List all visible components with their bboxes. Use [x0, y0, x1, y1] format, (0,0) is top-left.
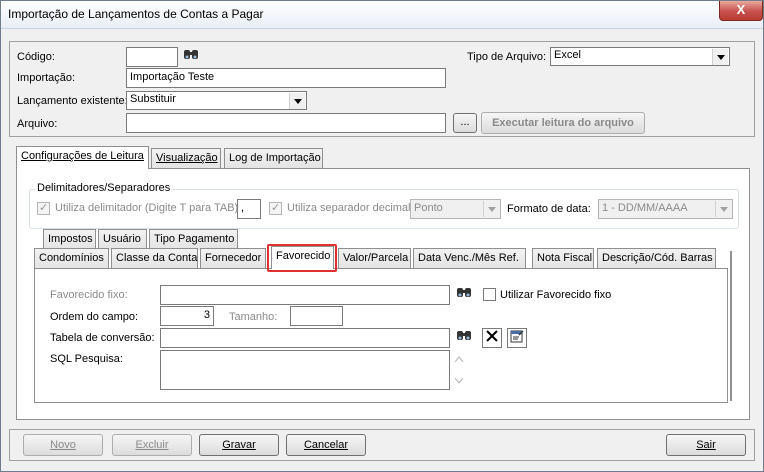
ordem-campo-label: Ordem do campo: [50, 311, 139, 323]
utilizar-favorecido-fixo-label: Utilizar Favorecido fixo [500, 289, 612, 301]
clear-x-icon[interactable] [482, 328, 502, 348]
tab-condominios-label: Condomínios [39, 252, 104, 264]
novo-label: Novo [50, 439, 76, 451]
formato-data-value: 1 - DD/MM/AAAA [602, 202, 688, 214]
favorecido-search-icon[interactable] [454, 285, 474, 305]
importacao-input[interactable]: Importação Teste [126, 68, 446, 88]
ordem-campo-input[interactable]: 3 [160, 306, 214, 326]
browse-button[interactable]: ... [453, 113, 477, 133]
tab-usuario-label: Usuário [103, 233, 141, 245]
separador-value: Ponto [414, 202, 443, 214]
tab-fornecedor-label: Fornecedor [205, 252, 262, 264]
main-window: Importação de Lançamentos de Contas a Pa… [0, 0, 764, 472]
gravar-label: Gravar [222, 439, 256, 451]
cancelar-button[interactable]: Cancelar [286, 434, 366, 456]
tab-configuracoes-leitura[interactable]: Configurações de Leitura [16, 146, 149, 169]
tab-log-importacao[interactable]: Log de Importação [224, 148, 323, 169]
arquivo-input[interactable] [126, 113, 446, 133]
form-edit-icon[interactable] [507, 328, 527, 348]
chevron-down-icon[interactable] [712, 49, 728, 65]
delimitador-input[interactable]: , [237, 199, 261, 219]
codigo-input[interactable] [126, 47, 178, 67]
tab-strip-edge [730, 251, 732, 401]
tamanho-input[interactable] [290, 306, 343, 326]
tab-nota-fiscal[interactable]: Nota Fiscal [532, 248, 594, 269]
sair-label: Sair [696, 439, 716, 451]
lancamento-select[interactable]: Substituir [126, 91, 307, 110]
utiliza-delimitador-checkbox[interactable] [37, 201, 50, 215]
favorecido-fixo-label: Favorecido fixo: [50, 289, 128, 301]
tipo-arquivo-select[interactable]: Excel [550, 47, 730, 66]
excluir-button[interactable]: Excluir [112, 434, 192, 456]
tab-classe-conta[interactable]: Classe da Conta [111, 248, 198, 269]
tab-log-importacao-label: Log de Importação [229, 152, 321, 164]
excluir-label: Excluir [135, 439, 169, 451]
highlight-box [267, 244, 337, 272]
tab-impostos[interactable]: Impostos [43, 229, 96, 250]
lancamento-label: Lançamento existente: [17, 95, 128, 107]
executar-leitura-button[interactable]: Executar leitura do arquivo [481, 112, 645, 134]
sair-button[interactable]: Sair [666, 434, 746, 456]
codigo-search-icon[interactable] [181, 47, 201, 67]
tab-usuario[interactable]: Usuário [98, 229, 147, 250]
utiliza-delimitador-label: Utiliza delimitador (Digite T para TAB) [55, 202, 239, 214]
tamanho-label: Tamanho: [229, 311, 278, 323]
tab-impostos-label: Impostos [48, 233, 93, 245]
utiliza-separador-checkbox[interactable] [269, 201, 282, 215]
favorecido-fixo-input[interactable] [160, 285, 450, 305]
tab-valor-parcela-label: Valor/Parcela [343, 252, 409, 264]
tab-descricao-cod-barras-label: Descrição/Cód. Barras [602, 252, 713, 264]
close-button[interactable]: X [719, 1, 763, 21]
novo-button[interactable]: Novo [23, 434, 103, 456]
tab-nota-fiscal-label: Nota Fiscal [537, 252, 593, 264]
scroll-down-icon[interactable] [454, 377, 464, 386]
gravar-button[interactable]: Gravar [199, 434, 279, 456]
codigo-label: Código: [17, 51, 55, 63]
tipo-arquivo-label: Tipo de Arquivo: [467, 51, 547, 63]
tab-descricao-cod-barras[interactable]: Descrição/Cód. Barras [597, 248, 716, 269]
tab-condominios[interactable]: Condomínios [34, 248, 109, 269]
tab-fornecedor[interactable]: Fornecedor [200, 248, 266, 269]
tab-classe-conta-label: Classe da Conta [116, 252, 198, 264]
lancamento-value: Substituir [130, 93, 176, 105]
title-bar: Importação de Lançamentos de Contas a Pa… [1, 1, 763, 29]
tabela-conversao-label: Tabela de conversão: [50, 332, 155, 344]
tab-valor-parcela[interactable]: Valor/Parcela [338, 248, 411, 269]
tabela-conversao-input[interactable] [160, 328, 450, 348]
sql-pesquisa-label: SQL Pesquisa: [50, 353, 123, 365]
sql-pesquisa-textarea[interactable] [160, 350, 450, 390]
tipo-arquivo-value: Excel [554, 49, 581, 61]
separador-select[interactable]: Ponto [410, 199, 501, 219]
tab-tipo-pagamento-label: Tipo Pagamento [154, 233, 235, 245]
tabela-search-icon[interactable] [454, 328, 474, 348]
chevron-down-icon[interactable] [483, 201, 499, 217]
chevron-down-icon[interactable] [715, 201, 731, 217]
window-title: Importação de Lançamentos de Contas a Pa… [8, 7, 264, 21]
formato-data-select[interactable]: 1 - DD/MM/AAAA [598, 199, 733, 219]
tab-visualizacao-label: Visualização [156, 152, 218, 164]
chevron-down-icon[interactable] [289, 93, 305, 109]
tab-visualizacao[interactable]: Visualização [151, 148, 221, 169]
delimitadores-group-title: Delimitadores/Separadores [35, 182, 173, 194]
utilizar-favorecido-fixo-checkbox[interactable] [483, 288, 496, 301]
tab-data-venc[interactable]: Data Venc./Mês Ref. [413, 248, 526, 269]
arquivo-label: Arquivo: [17, 118, 58, 130]
importacao-label: Importação: [17, 72, 76, 84]
cancelar-label: Cancelar [303, 439, 349, 451]
tab-data-venc-label: Data Venc./Mês Ref. [418, 252, 519, 264]
utiliza-separador-label: Utiliza separador decimal [287, 202, 411, 214]
tab-tipo-pagamento[interactable]: Tipo Pagamento [149, 229, 238, 250]
scroll-up-icon[interactable] [454, 356, 464, 364]
formato-data-label: Formato de data: [507, 203, 591, 215]
tab-configuracoes-leitura-label: Configurações de Leitura [21, 150, 144, 162]
